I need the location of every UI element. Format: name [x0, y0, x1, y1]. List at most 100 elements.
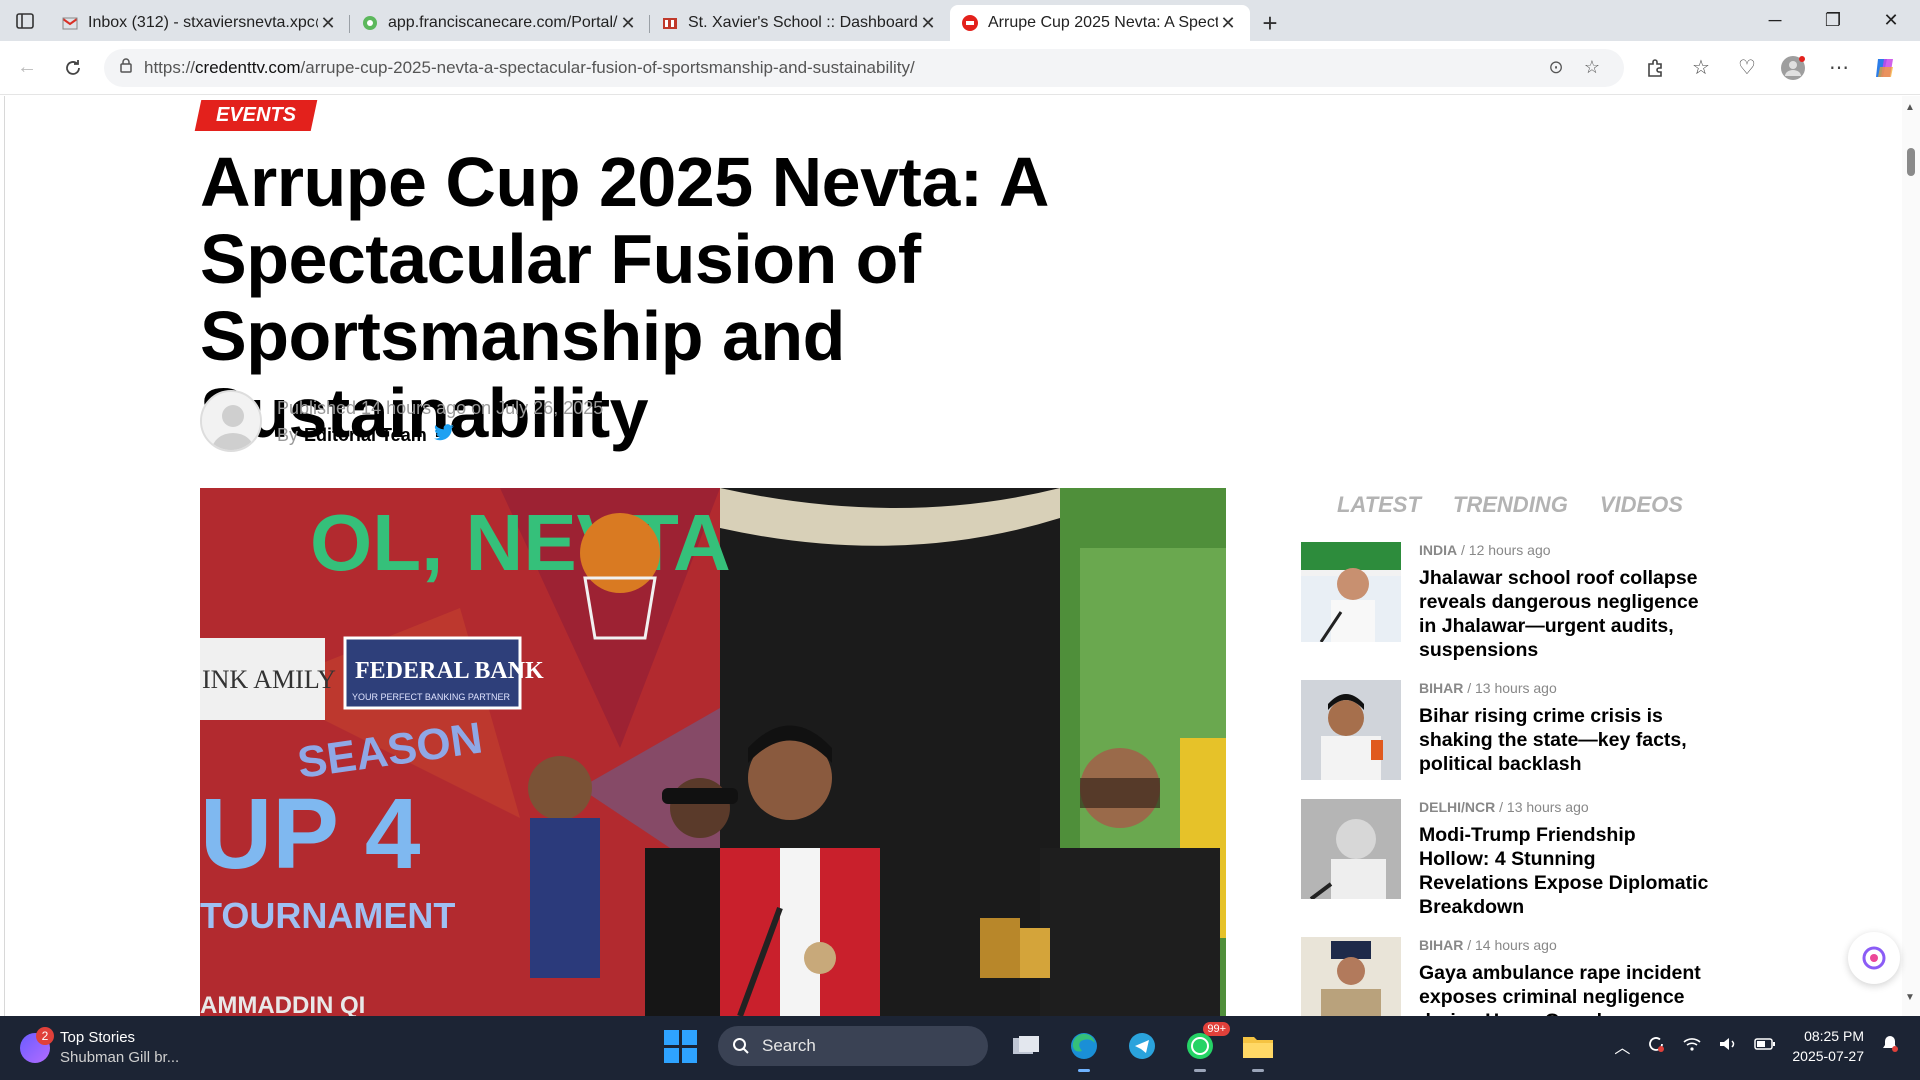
tab-videos[interactable]: VIDEOS — [1600, 492, 1683, 518]
volume-icon[interactable] — [1718, 1036, 1738, 1057]
favorite-star-icon[interactable]: ☆ — [1574, 57, 1610, 78]
scroll-up-icon[interactable]: ▲ — [1905, 102, 1915, 113]
whatsapp-app-icon[interactable]: 99+ — [1180, 1022, 1230, 1072]
widget-title: Top Stories — [60, 1029, 136, 1046]
news-category[interactable]: BIHAR — [1419, 680, 1463, 696]
widget-badge: 2 — [36, 1027, 54, 1045]
refresh-icon — [66, 59, 80, 75]
copilot-icon[interactable] — [1862, 48, 1908, 88]
news-thumbnail[interactable] — [1301, 542, 1401, 642]
notifications-icon[interactable] — [1880, 1034, 1900, 1059]
floating-assistant-button[interactable] — [1848, 932, 1900, 984]
byline: By Editorial Team — [277, 424, 455, 447]
browser-essentials-icon[interactable]: ♡ — [1724, 48, 1770, 88]
news-title[interactable]: Gaya ambulance rape incident exposes cri… — [1419, 961, 1709, 1016]
battery-icon[interactable] — [1754, 1037, 1776, 1056]
taskbar-apps: Search 99+ — [660, 1022, 1278, 1072]
news-category[interactable]: BIHAR — [1419, 937, 1463, 953]
news-title[interactable]: Modi-Trump Friendship Hollow: 4 Stunning… — [1419, 823, 1709, 919]
author-avatar[interactable] — [200, 390, 262, 452]
edge-app-icon[interactable] — [1064, 1026, 1104, 1072]
news-title[interactable]: Jhalawar school roof collapse reveals da… — [1419, 566, 1709, 662]
twitter-icon[interactable] — [433, 424, 455, 447]
page-divider — [4, 96, 5, 1016]
url-text: https://credenttv.com/arrupe-cup-2025-ne… — [144, 57, 915, 77]
web-page: EVENTS Arrupe Cup 2025 Nevta: A Spectacu… — [0, 96, 1920, 1016]
system-clock[interactable]: 08:25 PM 2025-07-27 — [1792, 1026, 1864, 1066]
refresh-button[interactable] — [50, 48, 96, 88]
profile-avatar[interactable] — [1770, 48, 1816, 88]
close-window-button[interactable]: ✕ — [1862, 0, 1920, 41]
news-widget[interactable]: 2 Top Stories Shubman Gill br... — [20, 1027, 180, 1068]
article-hero-image[interactable]: OL, NEVTA INK AMILY FEDERAL BANK YOUR PE… — [200, 488, 1226, 1016]
category-badge[interactable]: EVENTS — [194, 100, 318, 131]
news-title[interactable]: Bihar rising crime crisis is shaking the… — [1419, 704, 1709, 776]
school-icon — [662, 15, 678, 31]
portal-icon — [362, 15, 378, 31]
minimize-button[interactable]: ─ — [1746, 0, 1804, 41]
tab-arrupe[interactable]: Arrupe Cup 2025 Nevta: A Specta ✕ — [950, 5, 1250, 41]
scrollbar-thumb[interactable] — [1907, 148, 1915, 176]
close-icon[interactable]: ✕ — [618, 13, 638, 34]
news-meta: BIHAR / 14 hours ago — [1419, 937, 1557, 953]
sponsor-sub-text: YOUR PERFECT BANKING PARTNER — [352, 692, 511, 702]
by-label: By — [277, 425, 299, 445]
system-tray: ︿ 08:25 PM 2025-07-27 — [1614, 1026, 1900, 1066]
more-menu-icon[interactable]: ⋯ — [1816, 48, 1862, 88]
close-icon[interactable]: ✕ — [1218, 13, 1238, 34]
widgets-icon: 2 — [20, 1027, 54, 1063]
tab-latest[interactable]: LATEST — [1337, 492, 1421, 518]
news-meta: DELHI/NCR / 13 hours ago — [1419, 799, 1589, 815]
taskbar-search[interactable]: Search — [718, 1026, 988, 1066]
address-bar[interactable]: https://credenttv.com/arrupe-cup-2025-ne… — [104, 48, 1624, 87]
wifi-icon[interactable] — [1682, 1036, 1702, 1057]
gmail-icon — [62, 15, 78, 31]
scroll-down-icon[interactable]: ▼ — [1905, 992, 1915, 1003]
close-icon[interactable]: ✕ — [318, 13, 338, 34]
start-button[interactable] — [660, 1026, 700, 1066]
news-time: 12 hours ago — [1468, 542, 1551, 558]
chevron-up-icon[interactable]: ︿ — [1614, 1034, 1630, 1058]
tab-title: Arrupe Cup 2025 Nevta: A Specta — [988, 14, 1218, 31]
back-button[interactable]: ← — [4, 48, 50, 88]
banner-text: OL, NEVTA — [310, 498, 731, 587]
widget-subtitle: Shubman Gill br... — [60, 1049, 180, 1066]
favorites-icon[interactable]: ☆ — [1678, 48, 1724, 88]
news-category[interactable]: INDIA — [1419, 542, 1457, 558]
active-indicator — [1252, 1069, 1264, 1072]
read-aloud-icon[interactable]: ⊙ — [1538, 57, 1574, 78]
maximize-button[interactable]: ❐ — [1804, 0, 1862, 41]
page-scrollbar[interactable]: ▲ ▼ — [1902, 96, 1920, 1016]
sync-icon[interactable] — [1646, 1034, 1666, 1059]
tab-gmail[interactable]: Inbox (312) - stxaviersnevta.xpc@ ✕ — [50, 5, 350, 41]
search-icon — [733, 1038, 749, 1054]
telegram-app-icon[interactable] — [1122, 1026, 1162, 1066]
active-indicator — [1194, 1069, 1206, 1072]
clock-time: 08:25 PM — [1804, 1028, 1864, 1044]
task-view-icon[interactable] — [1006, 1026, 1046, 1066]
author-link[interactable]: Editorial Team — [304, 425, 427, 446]
close-icon[interactable]: ✕ — [918, 13, 938, 34]
file-explorer-icon[interactable] — [1238, 1026, 1278, 1072]
clock-date: 2025-07-27 — [1792, 1048, 1864, 1064]
new-tab-button[interactable]: + — [1250, 5, 1290, 41]
tournament-text: TOURNAMENT — [200, 895, 455, 936]
site-info-icon[interactable] — [118, 57, 134, 78]
tab-actions-icon — [16, 12, 34, 29]
toolbar-right: ☆ ♡ ⋯ — [1632, 48, 1908, 88]
tab-title: St. Xavier's School :: Dashboard — [688, 14, 918, 31]
news-thumbnail[interactable] — [1301, 680, 1401, 780]
tab-school[interactable]: St. Xavier's School :: Dashboard ✕ — [650, 5, 950, 41]
extensions-icon[interactable] — [1632, 48, 1678, 88]
tab-actions-button[interactable] — [0, 0, 50, 41]
news-thumbnail[interactable] — [1301, 799, 1401, 899]
search-label: Search — [762, 1036, 816, 1055]
news-thumbnail[interactable] — [1301, 937, 1401, 1016]
tab-title: Inbox (312) - stxaviersnevta.xpc@ — [88, 14, 318, 31]
news-category[interactable]: DELHI/NCR — [1419, 799, 1495, 815]
tab-trending[interactable]: TRENDING — [1453, 492, 1568, 518]
window-controls: ─ ❐ ✕ — [1746, 0, 1920, 41]
tab-portal[interactable]: app.franciscanecare.com/Portal/D ✕ — [350, 5, 650, 41]
tab-title: app.franciscanecare.com/Portal/D — [388, 14, 618, 31]
hero-illustration: OL, NEVTA INK AMILY FEDERAL BANK YOUR PE… — [200, 488, 1226, 1016]
